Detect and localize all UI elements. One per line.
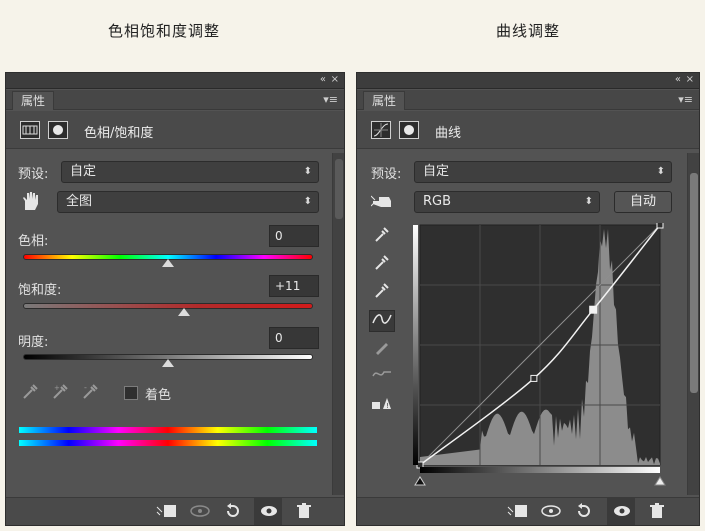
output-gradient-bar — [413, 225, 418, 465]
reset-icon[interactable] — [224, 503, 242, 523]
saturation-label: 饱和度: — [18, 283, 62, 298]
scrollbar[interactable] — [687, 153, 699, 495]
colorize-checkbox[interactable] — [124, 386, 138, 400]
caption-hue-saturation: 色相饱和度调整 — [108, 22, 221, 40]
reset-icon[interactable] — [575, 503, 593, 523]
preset-label: 预设: — [18, 167, 49, 182]
range-select[interactable]: 全图 ⬍ — [57, 191, 319, 213]
eyedropper-white-icon[interactable] — [369, 281, 395, 303]
hand-icon[interactable] — [19, 190, 41, 216]
eyedropper-icon[interactable] — [22, 382, 40, 404]
preset-select[interactable]: 自定 ⬍ — [61, 161, 319, 183]
clip-to-layer-icon[interactable] — [507, 503, 529, 523]
collapse-icon[interactable]: « — [320, 74, 326, 85]
curves-panel: « × 属性 ▾≡ 曲线 预设: 自定 ⬍ RGB ⬍ 自动 ! — [356, 72, 700, 526]
smooth-curve-icon[interactable] — [369, 366, 395, 388]
curves-layer-icon[interactable] — [371, 121, 391, 139]
hue-value-field[interactable]: 0 — [269, 225, 319, 247]
eyedropper-gray-icon[interactable] — [369, 253, 395, 275]
adjustment-title: 曲线 — [435, 126, 462, 141]
panel-menu-icon[interactable]: ▾≡ — [323, 93, 338, 106]
eyedropper-minus-icon[interactable]: - — [82, 382, 100, 404]
scrollbar-thumb[interactable] — [690, 173, 698, 393]
hand-icon[interactable] — [370, 192, 395, 216]
curves-graph[interactable] — [412, 223, 669, 488]
bottom-toolbar — [6, 497, 344, 525]
adjustment-header: 曲线 — [357, 111, 699, 149]
eye-icon[interactable] — [613, 503, 631, 523]
lightness-label: 明度: — [18, 335, 49, 350]
panel-menu-icon[interactable]: ▾≡ — [678, 93, 693, 106]
adjustment-title: 色相/饱和度 — [84, 126, 154, 141]
clipping-warning-icon[interactable]: ! — [369, 394, 395, 416]
pencil-icon[interactable] — [369, 338, 395, 360]
curve-control-point — [656, 223, 664, 229]
preset-select[interactable]: 自定 ⬍ — [414, 161, 672, 183]
curve-edit-tool-icon[interactable] — [369, 310, 395, 332]
curve-control-point — [589, 305, 598, 314]
eyedropper-black-icon[interactable] — [369, 225, 395, 247]
layer-mask-icon[interactable] — [48, 121, 68, 139]
layer-mask-icon[interactable] — [399, 121, 419, 139]
eyedropper-plus-icon[interactable]: + — [52, 382, 70, 404]
channel-value: RGB — [423, 194, 452, 209]
clip-to-layer-icon[interactable] — [156, 503, 178, 523]
chevron-updown-icon: ⬍ — [303, 166, 312, 177]
chevron-updown-icon: ⬍ — [656, 166, 665, 177]
chevron-updown-icon: ⬍ — [303, 196, 312, 207]
input-gradient-bar — [420, 467, 660, 473]
white-point-slider — [654, 476, 666, 486]
close-icon[interactable]: × — [686, 74, 694, 85]
bottom-toolbar — [357, 497, 699, 525]
range-value: 全图 — [66, 194, 93, 209]
view-previous-icon[interactable] — [540, 503, 562, 523]
eye-icon[interactable] — [260, 503, 278, 523]
panel-top-bar: « × — [357, 73, 699, 89]
curve-control-point — [530, 374, 538, 382]
svg-text:!: ! — [386, 402, 389, 410]
trash-icon[interactable] — [649, 503, 665, 523]
svg-text:+: + — [54, 384, 60, 392]
tab-properties[interactable]: 属性 — [363, 91, 405, 110]
collapse-icon[interactable]: « — [675, 74, 681, 85]
channel-select[interactable]: RGB ⬍ — [414, 191, 600, 213]
preset-value: 自定 — [423, 164, 450, 179]
hue-saturation-panel: « × 属性 ▾≡ 色相/饱和度 预设: 自定 ⬍ 全图 ⬍ 色相: 0 饱和度… — [5, 72, 345, 526]
tab-row: 属性 ▾≡ — [6, 90, 344, 110]
svg-text:-: - — [84, 383, 87, 392]
auto-button[interactable]: 自动 — [614, 191, 672, 213]
spectrum-bar-bottom — [19, 440, 317, 446]
preset-label: 预设: — [371, 167, 402, 182]
hue-slider-thumb[interactable] — [162, 259, 174, 267]
preset-value: 自定 — [70, 164, 97, 179]
hue-label: 色相: — [18, 234, 49, 249]
trash-icon[interactable] — [296, 503, 312, 523]
lightness-slider-thumb[interactable] — [162, 359, 174, 367]
saturation-slider-thumb[interactable] — [177, 308, 190, 316]
panel-top-bar: « × — [6, 73, 344, 89]
colorize-label: 着色 — [145, 388, 172, 403]
scrollbar[interactable] — [332, 153, 344, 495]
adjustment-layer-icon[interactable] — [20, 121, 40, 139]
lightness-value-field[interactable]: 0 — [269, 327, 319, 349]
spectrum-bar-top — [19, 427, 317, 433]
caption-curves: 曲线调整 — [496, 22, 561, 40]
close-icon[interactable]: × — [331, 74, 339, 85]
tab-properties[interactable]: 属性 — [12, 91, 54, 110]
saturation-value-field[interactable]: +11 — [269, 275, 319, 297]
black-point-slider — [414, 476, 426, 486]
tab-row: 属性 ▾≡ — [357, 90, 699, 110]
scrollbar-thumb[interactable] — [335, 159, 343, 219]
chevron-updown-icon: ⬍ — [584, 196, 593, 207]
saturation-slider-track[interactable] — [23, 303, 313, 309]
view-previous-icon[interactable] — [189, 503, 211, 523]
adjustment-header: 色相/饱和度 — [6, 111, 344, 149]
